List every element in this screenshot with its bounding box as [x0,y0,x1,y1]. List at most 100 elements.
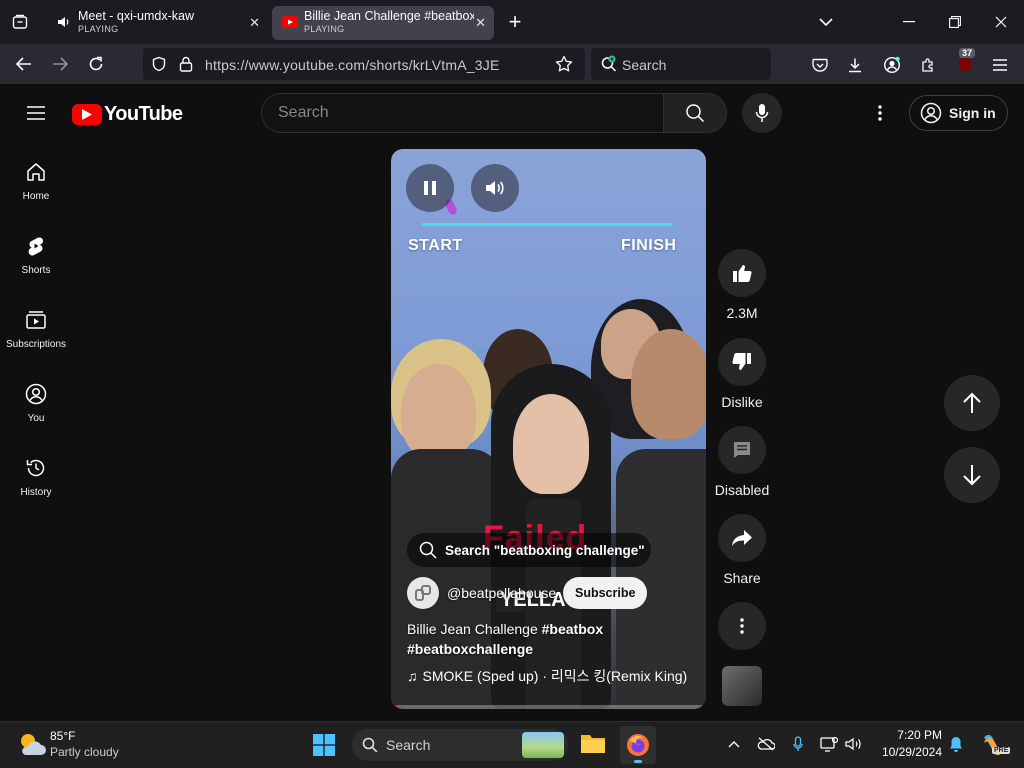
clock-date: 10/29/2024 [881,745,942,759]
menu-hamburger-icon[interactable] [988,53,1012,77]
pause-icon [424,181,436,195]
file-explorer-icon[interactable] [580,732,608,758]
browser-search-bar[interactable]: Search [591,48,771,80]
reload-icon[interactable] [84,52,108,76]
search-engine-icon[interactable] [599,54,619,74]
subscribe-button[interactable]: Subscribe [563,577,648,609]
close-window-icon[interactable] [989,10,1013,34]
short-title[interactable]: Billie Jean Challenge #beatbox #beatboxc… [407,619,697,659]
speaker-playing-icon[interactable] [56,15,72,29]
settings-more-icon[interactable] [868,101,892,125]
microphone-tray-icon[interactable] [788,734,808,754]
bookmark-star-icon[interactable] [554,54,574,74]
search-highlight-image [522,732,564,758]
weather-widget[interactable]: 85°F Partly cloudy [14,727,144,763]
previous-short-button[interactable] [944,375,1000,431]
forward-icon[interactable] [48,52,72,76]
overlay-finish-text: FINISH [621,237,677,254]
close-tab-icon[interactable]: ✕ [475,15,486,31]
list-all-tabs-icon[interactable] [814,10,838,34]
like-button[interactable] [718,249,766,297]
voice-search-button[interactable] [742,93,782,133]
url-bar[interactable]: https://www.youtube.com/shorts/krLVtmA_3… [143,48,585,80]
volume-button[interactable] [471,164,519,212]
channel-name[interactable]: @beatpellahouse [447,585,556,601]
sidebar-item-subscriptions[interactable]: Subscriptions [0,309,72,369]
hashtag-beatbox[interactable]: #beatbox [542,621,603,637]
downloads-icon[interactable] [843,53,867,77]
show-hidden-icons-chevron-icon[interactable] [724,734,744,754]
sidebar-item-shorts[interactable]: Shorts [0,235,72,295]
share-arrow-icon [732,530,752,546]
pocket-icon[interactable] [808,53,832,77]
account-icon[interactable] [880,53,904,77]
guide-menu-icon[interactable] [24,101,48,125]
comment-icon [734,442,750,458]
more-options-button[interactable] [718,602,766,650]
dislike-action[interactable]: Dislike [717,338,767,410]
comments-button[interactable] [718,426,766,474]
lock-icon[interactable] [176,54,196,74]
sidebar-item-history[interactable]: History [0,457,72,517]
sign-in-button[interactable]: Sign in [909,95,1008,131]
hashtag-beatboxchallenge[interactable]: #beatboxchallenge [407,641,533,657]
comments-action[interactable]: Disabled [714,426,770,498]
next-short-button[interactable] [944,447,1000,503]
tab-status: PLAYING [304,24,345,34]
short-music-row[interactable]: ♫ SMOKE (Sped up) · 리믹스 킹(Remix King) [407,666,687,686]
youtube-logo[interactable]: YouTube [72,103,183,126]
url-text: https://www.youtube.com/shorts/krLVtmA_3… [205,57,500,73]
restore-icon[interactable] [943,10,967,34]
comments-label: Disabled [714,482,770,498]
tab-meet[interactable]: Meet - qxi-umdx-kaw PLAYING ✕ [46,6,268,40]
shorts-video-player[interactable]: START FINISH Failed YELLA Search "beatbo… [391,149,706,709]
youtube-search-input[interactable] [278,104,638,122]
share-button[interactable] [718,514,766,562]
share-action[interactable]: Share [717,514,767,586]
video-progress-bar[interactable] [391,705,706,709]
overlay-track-line [421,223,673,226]
microphone-icon [755,104,769,122]
ublock-origin-icon[interactable]: 37 [952,48,978,77]
minimize-icon[interactable] [897,10,921,34]
youtube-search-button[interactable] [663,93,727,133]
more-actions[interactable] [717,602,767,650]
dislike-button[interactable] [718,338,766,386]
sound-thumbnail[interactable] [722,666,762,706]
sidebar-item-home[interactable]: Home [0,161,72,221]
sidebar-item-label: You [27,413,45,424]
volume-icon [486,181,504,195]
pause-button[interactable] [406,164,454,212]
start-button[interactable] [311,732,337,758]
history-icon [26,459,45,477]
search-suggestion-chip[interactable]: Search "beatboxing challenge" [407,533,651,567]
onedrive-offline-icon[interactable] [756,734,776,754]
firefox-taskbar-icon[interactable] [620,726,656,764]
like-action[interactable]: 2.3M [717,249,767,321]
firefox-view-icon[interactable] [8,10,32,34]
new-tab-icon[interactable]: + [503,9,527,34]
browser-nav-bar: https://www.youtube.com/shorts/krLVtmA_3… [0,44,1024,85]
close-tab-icon[interactable]: ✕ [249,15,260,31]
tracking-protection-shield-icon[interactable] [149,54,169,74]
taskbar-search-placeholder: Search [386,737,431,753]
share-label: Share [723,570,761,586]
taskbar-search-box[interactable]: Search [352,729,568,761]
youtube-search-box[interactable] [261,93,663,133]
copilot-icon[interactable]: PRE [978,730,1011,760]
search-icon [362,737,378,753]
clock[interactable]: 7:20 PM 10/29/2024 [872,728,942,759]
sidebar-item-you[interactable]: You [0,383,72,443]
extensions-icon[interactable] [916,53,940,77]
youtube-play-icon [72,104,102,125]
notification-bell-icon[interactable] [946,734,966,754]
weather-desc: Partly cloudy [50,745,119,759]
network-icon[interactable] [818,734,840,754]
search-suggestion-text: Search "beatboxing challenge" [445,542,645,558]
channel-avatar[interactable] [407,577,439,609]
clock-time: 7:20 PM [897,728,942,742]
tab-youtube-short[interactable]: Billie Jean Challenge #beatbox # PLAYING… [272,6,494,40]
back-icon[interactable] [12,52,36,76]
tab-title: Billie Jean Challenge #beatbox # [304,9,474,23]
volume-tray-icon[interactable] [844,734,864,754]
